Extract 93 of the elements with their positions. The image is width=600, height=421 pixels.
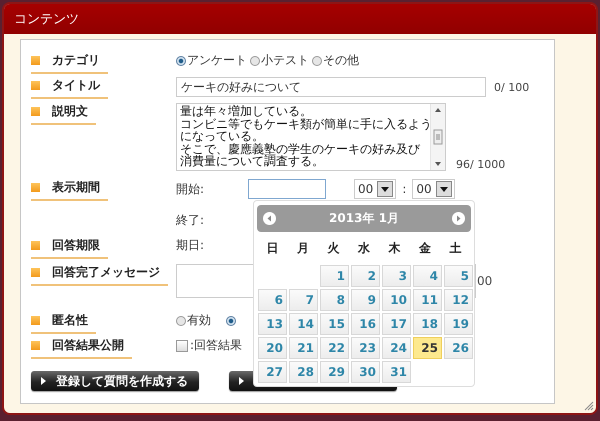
day-cell[interactable]: 8 [320,289,349,311]
char-counter: 00 [477,274,492,288]
radio-option[interactable]: 有効 [176,312,211,329]
deadline-label: 期日: [176,237,204,254]
bullet-icon [31,56,40,65]
day-cell[interactable]: 27 [258,361,287,383]
day-cell[interactable]: 6 [258,289,287,311]
weekday-label: 火 [326,240,340,257]
scrollbar[interactable] [430,104,445,170]
radio-button[interactable] [176,56,186,66]
day-cell[interactable]: 21 [289,337,318,359]
field-label: 表示期間 [31,179,108,201]
day-cell[interactable]: 23 [351,337,380,359]
day-cell[interactable]: 2 [351,265,380,287]
day-cell[interactable]: 1 [320,265,349,287]
field-label: 匿名性 [31,312,96,334]
day-cell[interactable]: 17 [382,313,411,335]
field-label: 説明文 [31,103,96,125]
day-cell[interactable]: 19 [444,313,473,335]
text-line: コンビニ等でもケーキ類が簡単に手に入るよう [180,118,427,130]
bullet-icon [31,341,40,350]
day-cell[interactable]: 20 [258,337,287,359]
weekday-label: 土 [448,240,463,257]
text-line: になっている。 [180,130,264,143]
previous-month-icon[interactable] [263,212,276,225]
bullet-icon [31,183,40,192]
minute-select[interactable]: 00 [412,179,455,199]
day-cell[interactable]: 16 [351,313,380,335]
text-line: 消費量について調査する。 [180,155,324,168]
day-cell[interactable]: 30 [351,361,380,383]
bullet-icon [31,241,40,250]
time-separator: : [402,182,406,196]
day-cell[interactable]: 11 [413,289,442,311]
day-cell[interactable]: 10 [382,289,411,311]
radio-option[interactable]: その他 [312,52,359,69]
radio-button[interactable] [312,56,322,66]
day-cell[interactable]: 14 [289,313,318,335]
field-label: 回答完了メッセージ [31,264,168,286]
dropdown-arrow-icon [381,186,390,192]
day-cell[interactable]: 31 [382,361,411,383]
day-cell[interactable]: 5 [444,265,473,287]
radio-option[interactable]: 小テスト [250,52,309,69]
text-line: そこで、慶應義塾の学生のケーキの好み及び [180,142,422,156]
field-label: カテゴリ [31,52,108,74]
play-icon [41,377,46,385]
checkbox[interactable] [176,340,188,352]
field-label: 回答期限 [31,237,108,259]
weekday-label: 木 [387,240,402,257]
weekday-label: 水 [356,240,371,257]
bullet-icon [31,107,40,116]
start-date-input-field[interactable] [248,179,326,199]
field-label: 回答結果公開 [31,337,132,359]
description-text-area[interactable]: 量は年々増加している。 コンビニ等でもケーキ類が簡単に手に入るよう になっている。 そこで、慶應義塾の学生のケーキの好み及び 消費量について調査する。 [176,103,446,171]
text-line: 量は年々増加している。 [180,105,313,118]
radio-button[interactable] [176,316,186,326]
title-input-field[interactable]: ケーキの好みについて [176,77,486,97]
day-cell[interactable]: 12 [444,289,473,311]
radio-button[interactable] [226,316,236,326]
window-title: コンテンツ [14,11,79,28]
day-cell[interactable]: 26 [444,337,473,359]
checkbox-label: :回答結果 [190,337,242,354]
day-cell[interactable]: 24 [382,337,411,359]
day-cell[interactable]: 7 [289,289,318,311]
action-button[interactable]: 登録して質問を作成する [31,371,199,391]
weekday-label: 月 [296,240,310,257]
dropdown-arrow-icon [440,186,448,192]
radio-option[interactable]: アンケート [176,52,247,69]
weekday-label: 金 [418,240,432,257]
char-counter: 0/ 100 [494,80,530,94]
day-cell[interactable]: 18 [413,313,442,335]
day-cell[interactable]: 15 [320,313,349,335]
play-icon [239,377,244,385]
weekday-label: 日 [265,240,280,257]
day-cell[interactable]: 22 [320,337,349,359]
day-cell[interactable]: 9 [351,289,380,311]
resize-grip-icon [584,401,594,411]
day-cell[interactable]: 25 [413,337,442,359]
bullet-icon [31,316,40,325]
day-cell[interactable]: 13 [258,313,287,335]
char-counter: 96/ 1000 [456,158,506,171]
radio-button[interactable] [250,56,260,66]
field-label: タイトル [31,77,108,99]
day-cell[interactable]: 3 [382,265,411,287]
day-cell[interactable]: 4 [413,265,442,287]
bullet-icon [31,81,40,90]
month-title: 2013年 1月 [329,210,399,227]
bullet-icon [31,268,40,277]
end-label: 終了: [176,212,204,229]
start-label: 開始: [176,180,204,198]
day-cell[interactable]: 29 [320,361,349,383]
next-month-icon[interactable] [452,212,465,225]
hour-select[interactable]: 00 [354,179,396,199]
day-cell[interactable]: 28 [289,361,318,383]
